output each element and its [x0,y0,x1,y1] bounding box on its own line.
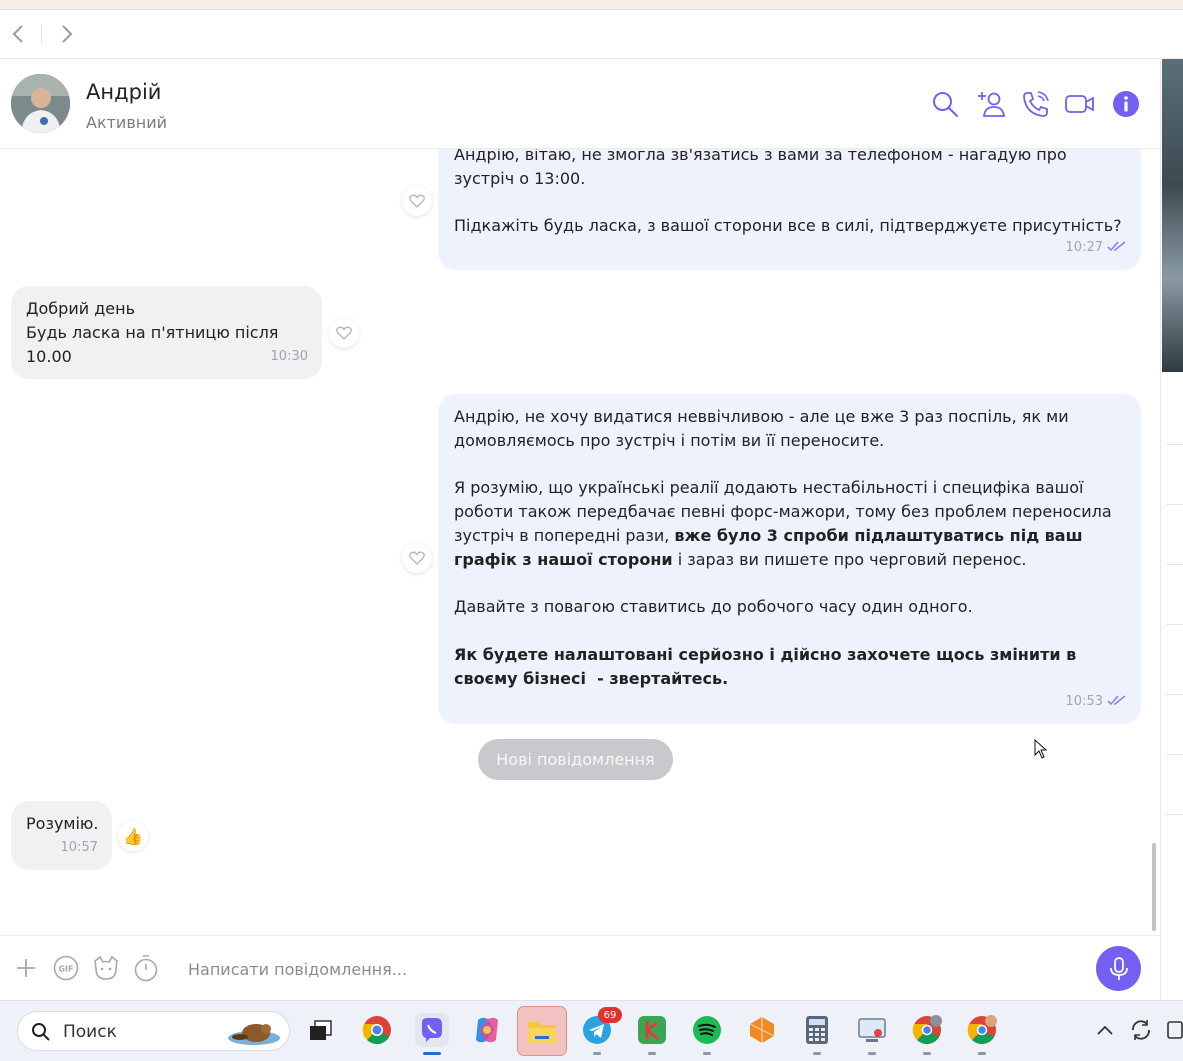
side-panel-photo [1162,59,1183,372]
composer: GIF [0,935,1160,1001]
copilot-icon[interactable] [470,1013,504,1047]
viber-taskbar-icon[interactable] [415,1013,449,1047]
incoming-message[interactable]: Розумію. 10:57 [11,801,112,870]
mouse-cursor-icon [1034,739,1048,759]
heart-icon[interactable] [402,186,432,216]
timer-icon[interactable] [132,954,160,982]
side-panel-divider [1166,444,1183,445]
gif-icon[interactable]: GIF [52,954,80,982]
side-panel-divider [1166,814,1183,815]
heart-icon[interactable] [402,543,432,573]
message-paragraph: Я розумію, що українські реалії додають … [454,476,1125,571]
taskbar-indicator [978,1052,986,1055]
side-panel-divider [1166,624,1183,625]
search-icon[interactable] [929,88,961,120]
side-panel-divider [1166,694,1183,695]
taskbar-indicator [813,1052,821,1055]
message-input[interactable] [186,954,1070,984]
chrome-profile-icon[interactable] [965,1013,999,1047]
messages-area[interactable]: Андрію, вітаю, не змогла зв'язатись з ва… [0,149,1160,935]
taskbar-indicator [593,1052,601,1055]
microphone-icon [1109,956,1128,980]
side-panel-divider [1166,564,1183,565]
taskbar-search-label: Поиск [63,1022,117,1042]
sticker-icon[interactable] [92,954,120,982]
spotify-icon[interactable] [690,1013,724,1047]
chat-header: Андрій Активний [0,59,1160,149]
taskbar-indicator [923,1052,931,1055]
calculator-icon[interactable] [800,1013,834,1047]
plus-icon[interactable] [12,954,40,982]
contact-name[interactable]: Андрій [86,80,161,104]
message-text-line: Будь ласка на п'ятницю після 10.00 [26,322,284,366]
heart-icon[interactable] [329,318,359,348]
forward-icon[interactable] [55,22,79,46]
message-text: Андрію, вітаю, не змогла зв'язатись з ва… [454,149,1122,236]
video-call-icon[interactable] [1064,88,1096,120]
call-icon[interactable] [1020,88,1052,120]
search-icon [32,1023,50,1041]
chevron-up-icon[interactable] [1088,1013,1122,1047]
side-panel-divider [1166,504,1183,505]
new-messages-button[interactable]: Нові повідомлення [478,739,673,780]
sync-icon[interactable] [1124,1013,1158,1047]
message-paragraph: Давайте з повагою ставитись до робочого … [454,597,973,617]
messages-scrollbar[interactable] [1152,843,1156,931]
message-time: 10:30 [270,349,308,365]
avatar[interactable] [11,74,70,133]
taskbar-search[interactable]: Поиск [17,1011,290,1051]
read-ticks-icon [1107,689,1127,713]
navigation-bar [0,10,1183,59]
beaver-illustration-icon [228,1024,280,1045]
file-explorer-icon[interactable] [517,1006,567,1056]
orange-app-icon[interactable] [745,1013,779,1047]
reaction-emoji: 👍 [123,826,143,846]
telegram-icon[interactable]: 69 [580,1007,622,1047]
taskbar-indicator [703,1052,711,1055]
task-view-icon[interactable] [303,1013,337,1047]
thumbs-up-reaction[interactable]: 👍 [118,821,148,851]
message-bold-paragraph: Як будете налаштовані серйозно і дійсно … [454,644,1082,688]
snipping-tool-icon[interactable] [855,1013,889,1047]
read-ticks-icon [1107,235,1127,259]
message-spacer: ​ [454,619,1125,643]
chrome-profile-icon[interactable] [910,1013,944,1047]
outgoing-message[interactable]: Андрію, не хочу видатися неввічливою - а… [438,394,1141,724]
chrome-icon[interactable] [360,1013,394,1047]
microphone-button[interactable] [1096,946,1141,991]
window-top-strip [0,0,1183,10]
message-spacer: ​ [454,453,1125,477]
info-icon[interactable] [1110,88,1142,120]
app-s-icon[interactable] [635,1013,669,1047]
message-text: Розумію. [26,814,99,833]
back-icon[interactable] [6,22,30,46]
outgoing-message[interactable]: Андрію, вітаю, не змогла зв'язатись з ва… [438,149,1141,270]
message-time: 10:53 [1065,694,1103,710]
message-text-line: Добрий день [26,299,135,318]
taskbar-active-indicator [423,1052,441,1055]
telegram-unread-badge: 69 [598,1007,622,1023]
contact-status: Активний [86,113,168,132]
message-time: 10:57 [60,840,98,856]
nav-divider [41,24,42,44]
message-spacer: ​ [454,572,1125,596]
message-time: 10:27 [1065,240,1103,256]
svg-text:GIF: GIF [58,965,73,974]
tray-icon[interactable] [1164,1013,1183,1047]
side-panel-divider [1166,754,1183,755]
incoming-message[interactable]: Добрий день Будь ласка на п'ятницю після… [11,286,322,379]
message-paragraph: Андрію, не хочу видатися неввічливою - а… [454,407,1074,450]
taskbar-indicator [648,1052,656,1055]
taskbar-indicator [868,1052,876,1055]
windows-taskbar: Поиск 69 [0,1000,1183,1061]
message-text-segment: і зараз ви пишете про черговий перенос. [672,549,1027,569]
add-contact-icon[interactable] [975,88,1007,120]
